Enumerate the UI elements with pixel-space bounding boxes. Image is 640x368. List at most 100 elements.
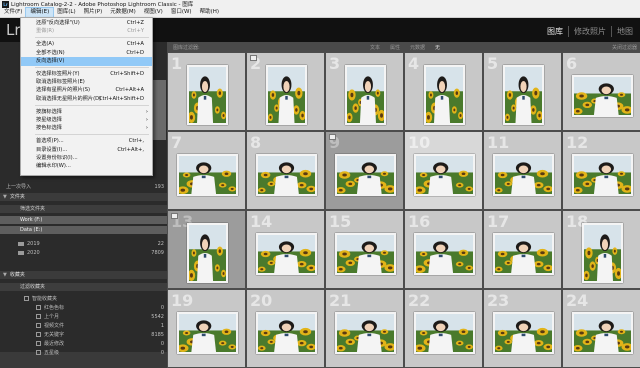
photo-thumbnail[interactable]: [177, 154, 238, 196]
menu-metadata[interactable]: 元数据(M): [106, 8, 140, 17]
filter-metadata[interactable]: 元数据: [405, 44, 430, 51]
grid-cell[interactable]: 10: [404, 131, 483, 210]
left-panel-row-label: 五星级: [44, 350, 60, 356]
grid-cell[interactable]: 21: [325, 289, 404, 368]
menu-window[interactable]: 窗口(W): [167, 8, 196, 17]
photo-thumbnail[interactable]: [335, 154, 396, 196]
menu-photo[interactable]: 照片(P): [80, 8, 107, 17]
left-panel-row[interactable]: 2020 7809: [0, 249, 167, 257]
photo-thumbnail[interactable]: [256, 154, 317, 196]
edit-menu-item[interactable]: 重做(R) Ctrl+Y: [21, 27, 152, 36]
left-panel-row[interactable]: 上个月 5542: [0, 313, 167, 321]
library-filter-bar: 图库过滤器: 文本 属性 元数据 无 关闭过滤器: [167, 42, 640, 52]
photo-thumbnail[interactable]: [187, 223, 228, 283]
filter-text[interactable]: 文本: [365, 44, 385, 51]
grid-cell[interactable]: 18: [562, 210, 640, 289]
grid-cell[interactable]: 8: [246, 131, 325, 210]
photo-thumbnail[interactable]: [493, 312, 554, 354]
photo-thumbnail[interactable]: [335, 312, 396, 354]
left-panel-row[interactable]: 筛选文件夹: [0, 205, 167, 213]
left-panel-row-label: 筛选文件夹: [20, 206, 46, 212]
menu-item-label: 取消选择无星照片的照片(D): [36, 95, 102, 102]
photo-thumbnail[interactable]: [187, 65, 228, 125]
filter-off-toggle[interactable]: 关闭过滤器: [612, 44, 637, 51]
left-panel-row[interactable]: 红色色标 0: [0, 304, 167, 312]
grid-cell[interactable]: 20: [246, 289, 325, 368]
menu-help[interactable]: 帮助(H): [196, 8, 223, 17]
photo-thumbnail[interactable]: [493, 154, 554, 196]
module-map[interactable]: 地图: [611, 26, 638, 37]
photo-thumbnail[interactable]: [177, 312, 238, 354]
grid-cell[interactable]: 24: [562, 289, 640, 368]
left-panel-row[interactable]: 过滤收藏夹: [0, 283, 167, 291]
photo-thumbnail[interactable]: [503, 65, 544, 125]
grid-cell[interactable]: 6: [562, 52, 640, 131]
left-panel-row[interactable]: Data (E:): [0, 226, 167, 234]
filter-attribute[interactable]: 属性: [385, 44, 405, 51]
grid-cell[interactable]: 22: [404, 289, 483, 368]
grid-cell[interactable]: 17: [483, 210, 562, 289]
grid-cell[interactable]: 15: [325, 210, 404, 289]
left-panel-row-count: 0: [160, 341, 164, 347]
edit-menu-item[interactable]: 反向选择(V): [21, 56, 152, 66]
menu-item-label: 按色标选择: [36, 125, 62, 132]
grid-cell-number: 17: [487, 212, 510, 231]
grid-cell[interactable]: 13: [167, 210, 246, 289]
photo-thumbnail[interactable]: [414, 312, 475, 354]
left-panel-row-count: 22: [157, 241, 164, 247]
photo-thumbnail[interactable]: [572, 75, 633, 117]
left-panel-row[interactable]: 2019 22: [0, 240, 167, 248]
photo-thumbnail[interactable]: [345, 65, 386, 125]
module-library[interactable]: 图库: [542, 26, 568, 37]
grid-cell-number: 7: [171, 133, 183, 152]
filter-none[interactable]: 无: [430, 44, 445, 51]
photo-thumbnail[interactable]: [266, 65, 307, 125]
grid-cell[interactable]: 1: [167, 52, 246, 131]
left-panel-row-label: Data (E:): [20, 227, 43, 233]
photo-thumbnail[interactable]: [493, 233, 554, 275]
menu-edit[interactable]: 编辑(E): [25, 7, 55, 18]
photo-thumbnail[interactable]: [424, 65, 465, 125]
grid-cell[interactable]: 4: [404, 52, 483, 131]
menu-separator: [35, 134, 149, 136]
left-panel-row[interactable]: ▼ 收藏夹: [0, 271, 167, 279]
photo-thumbnail[interactable]: [572, 154, 633, 196]
photo-thumbnail[interactable]: [335, 233, 396, 275]
edit-menu-item[interactable]: 取消选择无星照片的照片(D) Ctrl+Alt+Shift+D: [21, 95, 152, 104]
left-panel-row[interactable]: 五星级 0: [0, 349, 167, 357]
menu-view[interactable]: 视图(V): [140, 8, 167, 17]
grid-cell[interactable]: 3: [325, 52, 404, 131]
left-panel-row[interactable]: 上一次导入 193: [0, 183, 167, 191]
left-panel-row-count: 8185: [151, 332, 164, 338]
grid-cell[interactable]: 19: [167, 289, 246, 368]
grid-cell[interactable]: 23: [483, 289, 562, 368]
left-panel-row[interactable]: 最近修改 0: [0, 340, 167, 348]
left-panel-row[interactable]: 视频文件 1: [0, 322, 167, 330]
photo-thumbnail[interactable]: [572, 312, 633, 354]
left-panel-row[interactable]: Work (F:): [0, 216, 167, 224]
grid-cell[interactable]: 5: [483, 52, 562, 131]
photo-thumbnail[interactable]: [256, 233, 317, 275]
disclosure-triangle-icon[interactable]: ▼: [3, 271, 7, 279]
module-develop[interactable]: 修改照片: [568, 26, 611, 37]
grid-cell[interactable]: 2: [246, 52, 325, 131]
disclosure-triangle-icon[interactable]: ▼: [3, 193, 7, 201]
photo-thumbnail[interactable]: [256, 312, 317, 354]
menu-item-label: 反向选择(V): [36, 57, 65, 64]
grid-cell[interactable]: 14: [246, 210, 325, 289]
edit-menu-item[interactable]: 编辑水印(W)...: [21, 162, 152, 171]
grid-cell[interactable]: 9: [325, 131, 404, 210]
left-panel-row[interactable]: ▼ 文件夹: [0, 193, 167, 201]
left-panel-row[interactable]: 智能收藏夹: [0, 295, 167, 303]
edit-menu-item[interactable]: 按色标选择 ›: [21, 124, 152, 133]
grid-cell[interactable]: 16: [404, 210, 483, 289]
left-panel-row[interactable]: 无关键字 8185: [0, 331, 167, 339]
grid-cell[interactable]: 11: [483, 131, 562, 210]
photo-thumbnail[interactable]: [582, 223, 623, 283]
photo-thumbnail[interactable]: [414, 154, 475, 196]
grid-cell[interactable]: 12: [562, 131, 640, 210]
grid-cell[interactable]: 7: [167, 131, 246, 210]
photo-thumbnail[interactable]: [414, 233, 475, 275]
menu-file[interactable]: 文件(F): [0, 8, 26, 17]
menu-library[interactable]: 图库(L): [53, 8, 79, 17]
